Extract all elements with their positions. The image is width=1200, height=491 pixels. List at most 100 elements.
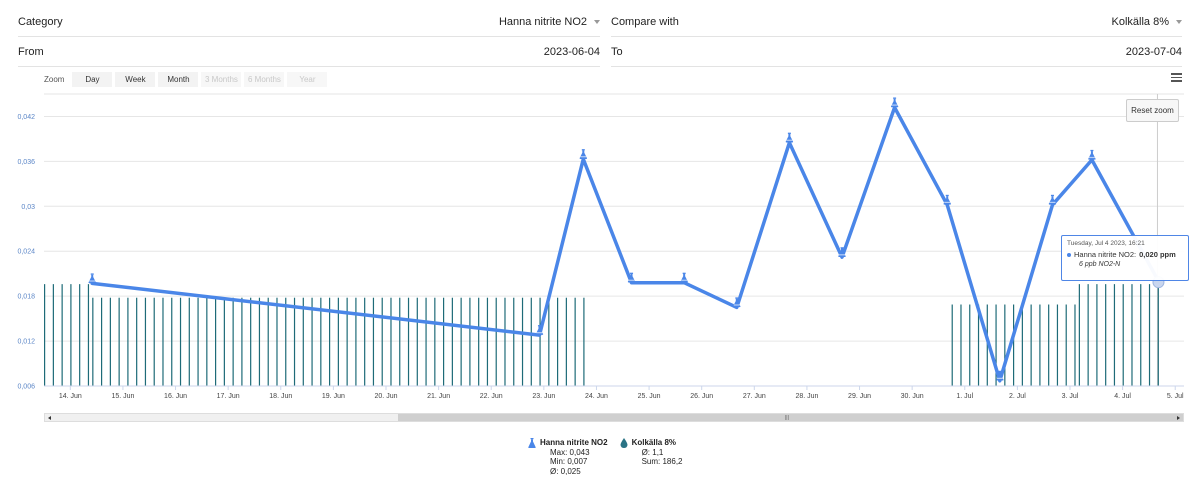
flask-marker-icon: [996, 370, 1004, 381]
flask-body: [1048, 196, 1057, 205]
flask-cap: [787, 132, 791, 134]
x-tick-label: 1. Jul: [956, 393, 973, 400]
flask-marker-icon: [1048, 194, 1057, 205]
y-tick-label: 0,03: [21, 204, 35, 211]
bar: [87, 284, 90, 386]
bar: [1048, 304, 1050, 386]
flask-cap: [893, 97, 897, 99]
x-tick-label: 24. Jun: [585, 393, 608, 400]
series-line: [90, 105, 1161, 383]
reset-zoom-button[interactable]: Reset zoom: [1126, 99, 1179, 122]
category-field[interactable]: Category Hanna nitrite NO2: [18, 7, 600, 37]
category-value: Hanna nitrite NO2: [498, 15, 587, 28]
bar: [1131, 284, 1133, 386]
zoom-month-button[interactable]: Month: [158, 72, 199, 87]
bar: [495, 297, 497, 386]
bar: [311, 297, 313, 386]
category-select[interactable]: Hanna nitrite NO2: [499, 16, 600, 28]
chart-scrollbar[interactable]: |||: [44, 413, 1184, 422]
flask-marker-icon: [627, 272, 636, 283]
compare-field[interactable]: Compare with Kolkälla 8%: [611, 7, 1182, 37]
to-date[interactable]: 2023-07-04: [1126, 46, 1182, 58]
scroll-right-icon[interactable]: [1174, 414, 1183, 421]
grip-icon: |||: [785, 415, 789, 421]
bar: [390, 297, 392, 386]
bar: [478, 297, 480, 386]
scroll-thumb[interactable]: |||: [398, 414, 1183, 421]
bar: [267, 297, 269, 386]
flask-body: [733, 298, 741, 308]
menu-icon[interactable]: [1171, 73, 1182, 82]
flask-marker-icon: [785, 132, 794, 143]
bar: [1148, 284, 1151, 386]
bar: [1087, 284, 1089, 386]
bar: [1065, 304, 1067, 386]
bar: [79, 284, 81, 386]
compare-select[interactable]: Kolkälla 8%: [1112, 16, 1182, 28]
bar: [951, 304, 953, 386]
legend-item-nitrite[interactable]: Hanna nitrite NO2 Max: 0,043 Min: 0,007 …: [528, 438, 608, 476]
bar: [583, 297, 585, 386]
flask-marker-icon: [890, 97, 899, 108]
bar: [995, 304, 997, 386]
bar: [565, 297, 567, 386]
flask-body: [890, 98, 899, 108]
from-date[interactable]: 2023-06-04: [544, 46, 600, 58]
y-tick-label: 0,036: [17, 159, 35, 166]
legend-item-kolkalla[interactable]: Kolkälla 8% Ø: 1,1 Sum: 186,2: [620, 438, 683, 476]
bar: [986, 304, 988, 386]
x-tick-label: 4. Jul: [1114, 393, 1131, 400]
flask-liquid: [786, 139, 793, 141]
bar: [1140, 284, 1142, 386]
bar: [302, 297, 304, 386]
scroll-left-icon[interactable]: [45, 414, 54, 421]
bar: [1004, 304, 1006, 386]
bar: [276, 297, 278, 386]
compare-value: Kolkälla 8%: [1111, 15, 1169, 28]
bar: [364, 297, 366, 386]
to-field[interactable]: To 2023-07-04: [611, 37, 1182, 67]
bar: [1105, 284, 1107, 386]
x-tick-label: 2. Jul: [1009, 393, 1026, 400]
x-tick-label: 23. Jun: [532, 393, 555, 400]
x-tick-label: 29. Jun: [848, 393, 871, 400]
flask-cap: [945, 194, 949, 197]
zoom-3-months-button[interactable]: 3 Months: [201, 72, 242, 87]
zoom-year-button[interactable]: Year: [287, 72, 328, 87]
bar: [539, 297, 541, 386]
bar: [416, 297, 418, 386]
x-tick-label: 16. Jun: [164, 393, 187, 400]
bar: [171, 297, 173, 386]
flask-cap: [1050, 194, 1054, 197]
flask-marker-icon: [579, 149, 588, 159]
flask-marker-icon: [733, 297, 741, 308]
x-tick-label: 28. Jun: [795, 393, 818, 400]
from-label: From: [18, 45, 44, 58]
flask-cap: [90, 273, 94, 275]
zoom-week-button[interactable]: Week: [115, 72, 156, 87]
bar: [127, 297, 129, 386]
bar: [329, 297, 331, 386]
bar: [118, 297, 120, 386]
tooltip-date: Tuesday, Jul 4 2023, 16:21: [1067, 240, 1145, 247]
tooltip-series-name: Hanna nitrite NO2:: [1074, 250, 1137, 259]
bar: [504, 297, 506, 386]
zoom-day-button[interactable]: Day: [72, 72, 113, 87]
marker-series: [88, 97, 1165, 381]
flask-body: [680, 273, 688, 283]
bar: [70, 284, 72, 386]
from-field[interactable]: From 2023-06-04: [18, 37, 600, 67]
bar: [372, 297, 375, 386]
zoom-bar: Zoom Day Week Month 3 Months 6 Months Ye…: [44, 72, 328, 87]
zoom-6-months-button[interactable]: 6 Months: [244, 72, 285, 87]
bar: [92, 297, 94, 386]
flask-marker-icon: [535, 325, 544, 335]
flask-cap: [682, 272, 686, 274]
bar: [206, 297, 208, 386]
bar: [486, 297, 489, 386]
flask-cap: [537, 325, 541, 327]
bar: [1122, 284, 1124, 386]
grid: [44, 93, 1184, 387]
flask-marker-icon: [1088, 149, 1096, 160]
bar: [285, 297, 287, 386]
